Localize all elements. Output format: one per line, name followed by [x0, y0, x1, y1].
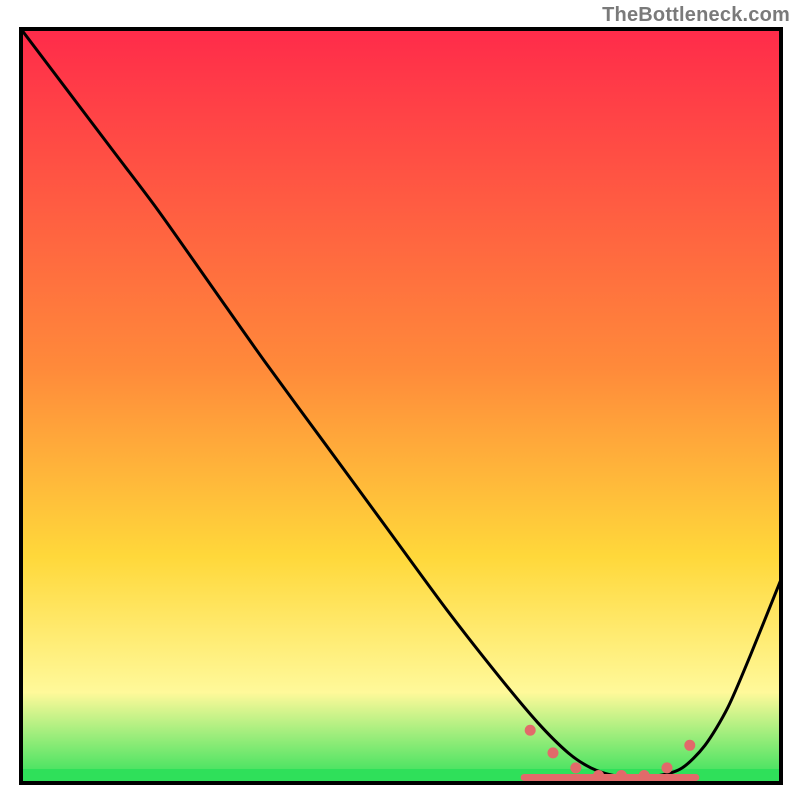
- chart-container: TheBottleneck.com: [0, 0, 800, 800]
- highlight-point: [570, 762, 581, 773]
- highlight-point: [684, 740, 695, 751]
- highlight-point: [639, 770, 650, 781]
- chart-svg: [0, 0, 800, 800]
- highlight-point: [525, 725, 536, 736]
- highlight-point: [616, 770, 627, 781]
- highlight-point: [548, 747, 559, 758]
- highlight-point: [593, 770, 604, 781]
- attribution-text: TheBottleneck.com: [602, 4, 790, 27]
- gradient-background: [21, 29, 781, 783]
- highlight-point: [662, 762, 673, 773]
